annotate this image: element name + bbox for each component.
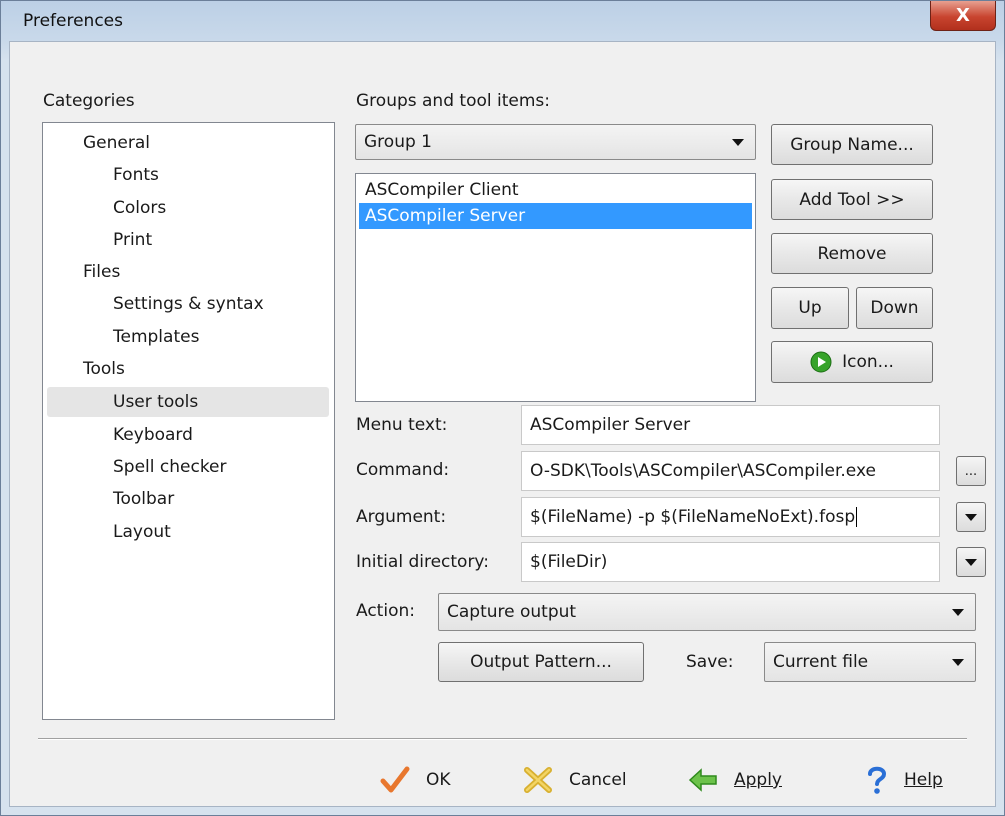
- save-label: Save:: [686, 652, 734, 672]
- dialog-client-area: Categories General Fonts Colors Print Fi…: [9, 41, 996, 807]
- up-button[interactable]: Up: [771, 287, 849, 329]
- add-tool-button[interactable]: Add Tool >>: [771, 179, 933, 220]
- icon-button[interactable]: Icon...: [771, 341, 933, 383]
- tool-items-list[interactable]: ASCompiler Client ASCompiler Server: [355, 173, 756, 402]
- action-select[interactable]: Capture output: [438, 593, 976, 631]
- chevron-down-icon: [965, 514, 977, 521]
- preferences-window: Preferences X Categories General Fonts C…: [0, 0, 1005, 816]
- cancel-button[interactable]: Cancel: [523, 762, 627, 798]
- chevron-down-icon: [965, 559, 977, 566]
- menu-text-field[interactable]: ASCompiler Server: [521, 405, 940, 445]
- down-button[interactable]: Down: [856, 287, 933, 329]
- footer-separator: [38, 738, 967, 740]
- cancel-x-icon: [524, 767, 552, 793]
- action-select-value: Capture output: [447, 602, 577, 622]
- close-icon: X: [956, 5, 970, 26]
- output-pattern-button[interactable]: Output Pattern...: [438, 642, 644, 682]
- tree-item-spell-checker[interactable]: Spell checker: [113, 452, 227, 482]
- group-select[interactable]: Group 1: [355, 124, 756, 160]
- group-select-value: Group 1: [364, 132, 432, 152]
- group-name-button[interactable]: Group Name...: [771, 124, 933, 165]
- chevron-down-icon: [952, 609, 964, 616]
- text-caret: [856, 507, 858, 527]
- argument-field[interactable]: $(FileName) -p $(FileNameNoExt).fosp: [521, 497, 940, 537]
- command-label: Command:: [356, 460, 450, 480]
- apply-button[interactable]: Apply: [688, 762, 782, 798]
- cancel-label: Cancel: [569, 770, 627, 790]
- ok-button[interactable]: OK: [380, 762, 451, 798]
- argument-value: $(FileName) -p $(FileNameNoExt).fosp: [530, 507, 856, 527]
- tree-item-user-tools[interactable]: User tools: [113, 387, 198, 417]
- tree-item-colors[interactable]: Colors: [113, 193, 166, 223]
- remove-button[interactable]: Remove: [771, 233, 933, 274]
- list-item[interactable]: ASCompiler Client: [359, 177, 752, 203]
- tree-item-templates[interactable]: Templates: [113, 322, 199, 352]
- tree-item-print[interactable]: Print: [113, 225, 152, 255]
- action-label: Action:: [356, 601, 415, 621]
- command-field[interactable]: O-SDK\Tools\ASCompiler\ASCompiler.exe: [521, 451, 940, 491]
- green-arrow-left-icon: [688, 768, 717, 792]
- initial-directory-field[interactable]: $(FileDir): [521, 542, 940, 582]
- apply-label: Apply: [734, 770, 782, 790]
- help-label: Help: [904, 770, 943, 790]
- tree-item-fonts[interactable]: Fonts: [113, 160, 159, 190]
- save-select-value: Current file: [773, 652, 869, 672]
- window-title: Preferences: [23, 11, 123, 31]
- categories-label: Categories: [43, 91, 135, 111]
- help-button[interactable]: Help: [866, 762, 943, 798]
- tree-item-settings-syntax[interactable]: Settings & syntax: [113, 289, 264, 319]
- tree-item-keyboard[interactable]: Keyboard: [113, 420, 193, 450]
- save-select[interactable]: Current file: [764, 642, 976, 682]
- checkmark-icon: [380, 766, 410, 793]
- help-question-icon: [868, 766, 887, 794]
- menu-text-label: Menu text:: [356, 415, 448, 435]
- tree-item-files[interactable]: Files: [83, 257, 120, 287]
- tree-item-layout[interactable]: Layout: [113, 517, 171, 547]
- argument-label: Argument:: [356, 507, 447, 527]
- title-bar[interactable]: Preferences X: [1, 1, 1004, 41]
- chevron-down-icon: [732, 139, 744, 146]
- argument-macro-button[interactable]: [956, 502, 986, 532]
- close-button[interactable]: X: [930, 1, 996, 31]
- chevron-down-icon: [952, 659, 964, 666]
- initial-directory-label: Initial directory:: [356, 552, 489, 572]
- initial-directory-macro-button[interactable]: [956, 547, 986, 577]
- tree-item-general[interactable]: General: [83, 128, 150, 158]
- play-icon: [810, 351, 832, 373]
- groups-label: Groups and tool items:: [356, 91, 550, 111]
- list-item-selected[interactable]: ASCompiler Server: [359, 203, 752, 229]
- categories-tree[interactable]: General Fonts Colors Print Files Setting…: [42, 122, 335, 720]
- ok-label: OK: [426, 770, 451, 790]
- tree-item-tools[interactable]: Tools: [83, 354, 125, 384]
- browse-button[interactable]: ...: [956, 456, 986, 486]
- icon-button-label: Icon...: [842, 352, 894, 372]
- tree-item-toolbar[interactable]: Toolbar: [113, 484, 174, 514]
